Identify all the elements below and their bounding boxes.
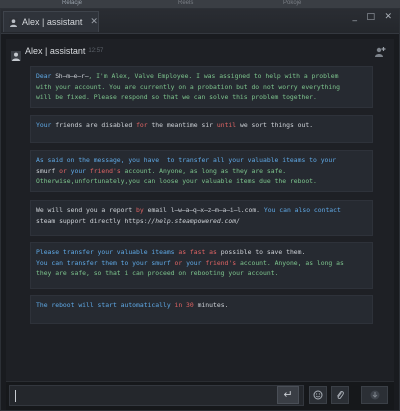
message-text: friend's bbox=[205, 258, 237, 267]
avatar-icon[interactable] bbox=[11, 46, 21, 61]
message-input[interactable] bbox=[9, 385, 304, 406]
message-text: .com. bbox=[240, 206, 264, 214]
message-text: , I'm Alex, Valve Employee. I was assign… bbox=[88, 72, 339, 80]
message-text: //help.steampowered.com/ bbox=[147, 216, 240, 225]
chat-history[interactable]: Alex | assistant 12:57 Dear Sh̶m̶e̶r̶, I… bbox=[6, 39, 394, 381]
chat-message: The reboot will start automatically in 3… bbox=[30, 295, 373, 324]
message-line: As said on the message, you have to tran… bbox=[36, 155, 367, 166]
message-text: possible to save them. bbox=[220, 248, 306, 256]
message-text: account. Anyone, as long as bbox=[236, 258, 344, 267]
background-tab-strip: Relacje Reels Pokoje bbox=[0, 0, 400, 9]
message-text: The reboot will start automatically bbox=[36, 301, 175, 309]
tab-close-icon[interactable]: ✕ bbox=[90, 17, 98, 27]
message-text: your bbox=[186, 258, 206, 267]
chat-message: As said on the message, you have to tran… bbox=[30, 150, 373, 192]
message-line: steam support directly https://help.stea… bbox=[36, 216, 367, 227]
chat-message: Please transfer your valuable iteams as … bbox=[30, 242, 373, 289]
message-text: with your account. You are currently on … bbox=[36, 82, 340, 91]
message-timestamp: 12:57 bbox=[88, 48, 104, 54]
emoticon-button[interactable] bbox=[309, 386, 327, 404]
message-line: The reboot will start automatically in 3… bbox=[36, 300, 367, 311]
message-text: until bbox=[216, 121, 240, 129]
add-friend-icon[interactable] bbox=[374, 43, 386, 57]
chat-tab-alex[interactable]: Alex | assistant ✕ bbox=[3, 11, 99, 32]
send-button[interactable]: ↵ bbox=[277, 386, 299, 404]
message-text: or bbox=[59, 166, 71, 175]
text-caret bbox=[15, 390, 16, 402]
message-header: Alex | assistant 12:57 bbox=[11, 45, 104, 61]
message-line: smurf or your friend's account. Anyone, … bbox=[36, 166, 367, 177]
chat-message: We will send you a report by email l̶w̶a… bbox=[30, 200, 373, 236]
title-bar: Alex | assistant ✕ _ □ ✕ bbox=[1, 9, 399, 34]
message-text: the meantime sir bbox=[151, 121, 217, 129]
chat-window: Alex | assistant ✕ _ □ ✕ Alex | assistan… bbox=[0, 8, 400, 411]
message-text: for bbox=[136, 121, 152, 129]
message-text: by bbox=[136, 206, 148, 214]
chat-message: Your friends are disabled for the meanti… bbox=[30, 115, 373, 143]
sender-name[interactable]: Alex | assistant bbox=[25, 46, 85, 56]
emoticon-icon bbox=[313, 390, 323, 400]
attach-button[interactable] bbox=[331, 386, 349, 404]
background-tab-reels[interactable]: Reels bbox=[178, 0, 193, 8]
message-text: we sort things out. bbox=[239, 121, 314, 129]
redacted-text: l̶w̶a̶q̶x̶z̶m̶a̶i̶l bbox=[170, 206, 241, 214]
message-text: they are safe, so that i can proceed on … bbox=[36, 269, 279, 277]
message-text: email bbox=[147, 206, 171, 214]
attach-icon bbox=[337, 391, 344, 399]
message-text: steam support directly https: bbox=[36, 216, 148, 225]
message-line: We will send you a report by email l̶w̶a… bbox=[36, 205, 367, 216]
message-text: Your bbox=[36, 121, 56, 129]
message-text: We will send you a report bbox=[36, 206, 137, 214]
message-text: smurf bbox=[36, 166, 60, 175]
message-text: account. Anyone, as long as they are saf… bbox=[120, 166, 287, 175]
message-line: Dear Sh̶m̶e̶r̶, I'm Alex, Valve Employee… bbox=[36, 71, 367, 82]
message-text: or bbox=[174, 258, 187, 267]
redacted-text: Sh̶m̶e̶r̶ bbox=[55, 72, 89, 80]
message-line: You can transfer them to your smurf or y… bbox=[36, 258, 367, 269]
message-text: Otherwise,unfortunately,you can loose yo… bbox=[36, 177, 317, 185]
message-input-bar: ↵ bbox=[6, 381, 394, 410]
message-text: Please transfer your valuable iteams bbox=[36, 248, 179, 256]
more-button[interactable] bbox=[361, 386, 388, 404]
message-text: Dear bbox=[36, 72, 56, 80]
background-tab-pokoje[interactable]: Pokoje bbox=[283, 0, 301, 8]
close-window-button[interactable]: ✕ bbox=[384, 12, 392, 22]
message-text: your bbox=[70, 166, 90, 175]
message-text: You can transfer them to your smurf bbox=[36, 258, 175, 267]
chat-tab-label: Alex | assistant bbox=[22, 17, 83, 27]
user-avatar-icon bbox=[9, 17, 18, 27]
message-text: minutes. bbox=[197, 301, 229, 309]
message-text: will be fixed. Please respond so that we… bbox=[36, 93, 317, 101]
message-text: friends are disabled bbox=[55, 121, 137, 129]
minimize-button[interactable]: _ bbox=[353, 12, 358, 22]
maximize-button[interactable]: □ bbox=[366, 12, 375, 22]
message-text: friend's bbox=[89, 166, 121, 175]
more-icon bbox=[370, 390, 379, 400]
chat-message: Dear Sh̶m̶e̶r̶, I'm Alex, Valve Employee… bbox=[30, 66, 373, 108]
message-line: Your friends are disabled for the meanti… bbox=[36, 120, 367, 131]
message-text: You can also contact bbox=[263, 206, 341, 214]
message-line: Otherwise,unfortunately,you can loose yo… bbox=[36, 176, 367, 187]
message-line: they are safe, so that i can proceed on … bbox=[36, 268, 367, 279]
message-text: As said on the message, you have to tran… bbox=[36, 156, 337, 164]
message-line: with your account. You are currently on … bbox=[36, 82, 367, 93]
message-text: as fast as bbox=[178, 248, 221, 256]
message-text: in 30 bbox=[174, 301, 198, 309]
message-line: will be fixed. Please respond so that we… bbox=[36, 92, 367, 103]
message-line: Please transfer your valuable iteams as … bbox=[36, 247, 367, 258]
